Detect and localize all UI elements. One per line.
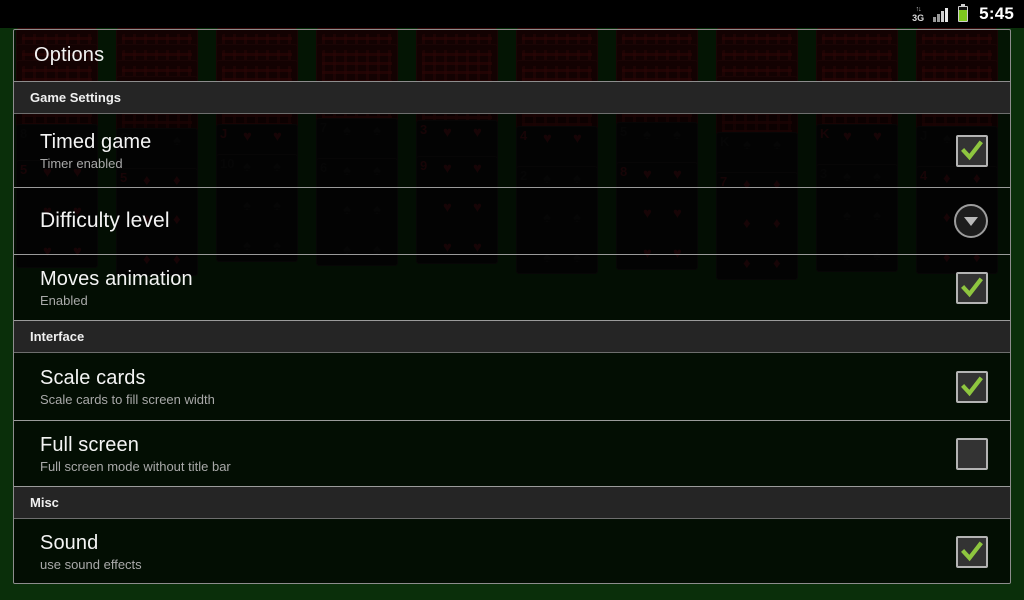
preference-summary: Scale cards to fill screen width bbox=[40, 391, 215, 407]
checkmark-icon bbox=[961, 376, 983, 396]
preference-text: Scale cards Scale cards to fill screen wi… bbox=[40, 366, 956, 408]
data-transfer-arrows-icon: ↑↓ bbox=[915, 5, 922, 13]
preference-text: Sound use sound effects bbox=[40, 531, 956, 573]
network-3g-icon: ↑↓ 3G bbox=[912, 6, 924, 23]
preference-title: Scale cards bbox=[40, 366, 146, 389]
chevron-down-icon bbox=[964, 216, 978, 226]
preference-summary: use sound effects bbox=[40, 557, 142, 572]
preferences-list[interactable]: Game Settings Timed game Timer enabled Diff… bbox=[14, 82, 1010, 583]
preference-summary: Enabled bbox=[40, 292, 88, 308]
checkmark-icon bbox=[961, 277, 983, 297]
status-bar: ↑↓ 3G 5:45 bbox=[0, 0, 1024, 28]
dialog-title-bar: Options bbox=[14, 30, 1010, 82]
preference-text: Difficulty level bbox=[40, 209, 954, 233]
section-header: Interface bbox=[14, 321, 1010, 353]
preference-row[interactable]: Timed game Timer enabled bbox=[14, 114, 1010, 188]
preference-summary: Full screen mode without title bar bbox=[40, 458, 231, 474]
preference-row[interactable]: Full screen Full screen mode without titl… bbox=[14, 421, 1010, 487]
dropdown-spinner-button[interactable] bbox=[954, 204, 988, 238]
preference-text: Moves animation Enabled bbox=[40, 267, 956, 309]
battery-icon bbox=[958, 3, 969, 22]
preference-row[interactable]: Moves animation Enabled bbox=[14, 255, 1010, 321]
preference-row[interactable]: Difficulty level bbox=[14, 188, 1010, 255]
preference-row[interactable]: Scale cards Scale cards to fill screen wi… bbox=[14, 353, 1010, 421]
preference-row[interactable]: Sound use sound effects bbox=[14, 519, 1010, 583]
preference-summary: Timer enabled bbox=[40, 155, 123, 171]
options-dialog: Options Game Settings Timed game Timer ena… bbox=[13, 29, 1011, 584]
android-screen: 8♠♠♠♠♠♠5♥♥♥♥♥♥Q♠♠♠♠♠♠5♦♦♦♦♦♦J♥♥♥♥♥♥10♠♠♠… bbox=[0, 0, 1024, 600]
preference-title: Moves animation bbox=[40, 267, 193, 290]
section-header: Misc bbox=[14, 487, 1010, 519]
preference-title: Full screen bbox=[40, 433, 139, 456]
preference-title: Sound bbox=[40, 532, 99, 554]
checkmark-icon bbox=[961, 140, 983, 160]
status-bar-clock: 5:45 bbox=[979, 4, 1014, 23]
checkmark-icon bbox=[961, 541, 983, 562]
preference-text: Full screen Full screen mode without titl… bbox=[40, 433, 956, 475]
preference-text: Timed game Timer enabled bbox=[40, 130, 956, 172]
signal-bars-icon bbox=[933, 7, 949, 22]
checkbox-checked[interactable] bbox=[956, 271, 988, 304]
checkbox-checked[interactable] bbox=[956, 134, 988, 167]
checkbox-checked[interactable] bbox=[956, 370, 988, 403]
network-type-label: 3G bbox=[912, 12, 925, 23]
preference-title: Timed game bbox=[40, 130, 152, 153]
checkbox-checked[interactable] bbox=[956, 536, 988, 568]
preference-title: Difficulty level bbox=[40, 209, 170, 232]
section-header: Game Settings bbox=[14, 82, 1010, 114]
checkbox-unchecked[interactable] bbox=[956, 437, 988, 470]
page-title: Options bbox=[34, 44, 105, 66]
